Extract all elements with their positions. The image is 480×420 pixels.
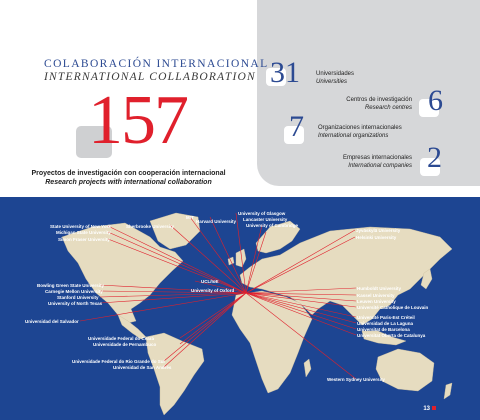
label-barcelona: Universitat de Barcelona xyxy=(357,327,410,332)
stat-companies-value: 2 xyxy=(427,141,442,174)
madagascar-shape xyxy=(303,358,312,378)
stat-organizations-value: 7 xyxy=(289,110,304,143)
label-cambridge: University of Cambridge xyxy=(246,223,299,228)
label-humboldt: Humboldt University xyxy=(357,286,402,291)
label-el-salvador: Universidad del Salvador xyxy=(25,319,79,324)
label-jyvaskyla: Jyväskylä University xyxy=(356,228,401,233)
label-carnegie-mellon: Carnegie Mellon University xyxy=(45,289,103,294)
label-bowling-green: Bowling Green State University xyxy=(37,283,105,288)
projects-label-english: Research projects with international col… xyxy=(45,179,212,186)
stat-research-centres-label-en: Research centres xyxy=(364,105,412,111)
stat-universities-label-es: Universidades xyxy=(316,71,355,77)
page-number: 13 xyxy=(423,406,436,412)
label-oxford: University of Oxford xyxy=(191,288,235,293)
stat-organizations-label-es: Organizaciones internacionales xyxy=(318,125,402,131)
label-sherbrooke: Sherbrooke University xyxy=(126,224,175,229)
label-state-university-new-york: State University of New York xyxy=(50,224,111,229)
stat-companies-label-en: International companies xyxy=(348,163,412,169)
projects-count: 157 xyxy=(88,82,189,159)
stat-organizations-label-en: International organizations xyxy=(318,133,389,139)
label-paris-est-creteil: Université Paris-Est Créteil xyxy=(357,315,415,320)
world-map-section: State University of New York Michigan St… xyxy=(0,197,480,420)
label-san-andres: Universidad de San Andrés xyxy=(113,365,172,370)
label-glasgow: University of Glasgow xyxy=(238,211,286,216)
label-la-laguna: Universidad de La Laguna xyxy=(357,321,414,326)
africa-shape xyxy=(231,290,313,394)
stat-research-centres-value: 6 xyxy=(428,84,443,117)
label-ceara: Universidade Federal do Ceará xyxy=(88,336,155,341)
label-harvard: Harvard University xyxy=(196,219,237,224)
new-zealand-shape xyxy=(443,382,453,400)
stat-companies-label-es: Empresas internacionales xyxy=(342,155,412,161)
label-oberta-catalunya: Universitat Oberta de Catalunya xyxy=(357,333,426,338)
label-rio-grande-do-sul: Universidade Federal do Rio Grande do Su… xyxy=(72,359,165,364)
label-pernambuco: Universidade de Pernambuco xyxy=(93,342,157,347)
page-marker-icon xyxy=(432,406,436,411)
header-section: COLABORACIÓN INTERNACIONAL INTERNATIONAL… xyxy=(0,0,480,197)
stat-universities-label-en: Universities xyxy=(316,79,348,85)
stat-research-centres-label-es: Centros de investigación xyxy=(346,97,412,103)
projects-label-spanish: Proyectos de investigación con cooperaci… xyxy=(31,170,226,177)
label-ucl-ioe: UCL/IoE xyxy=(201,279,219,284)
label-michigan-state: Michigan State University xyxy=(56,230,111,235)
label-simon-fraser: Simon Fraser University xyxy=(58,237,110,242)
label-leuven: Leuven University xyxy=(357,299,396,304)
label-mit: MIT xyxy=(186,215,194,220)
label-lancaster: Lancaster University xyxy=(243,217,288,222)
title-spanish: COLABORACIÓN INTERNACIONAL xyxy=(44,58,269,70)
label-western-sydney: Western Sydney University xyxy=(327,377,385,382)
australia-shape xyxy=(375,348,435,392)
label-kassel: Kassel University xyxy=(357,293,395,298)
label-stanford: Stanford University xyxy=(57,295,99,300)
label-louvain: Université Catholique de Louvain xyxy=(357,305,429,310)
label-north-texas: University of North Texas xyxy=(48,301,103,306)
label-helsinki: Helsinki University xyxy=(356,235,397,240)
stat-universities-value: 31 xyxy=(270,56,300,89)
